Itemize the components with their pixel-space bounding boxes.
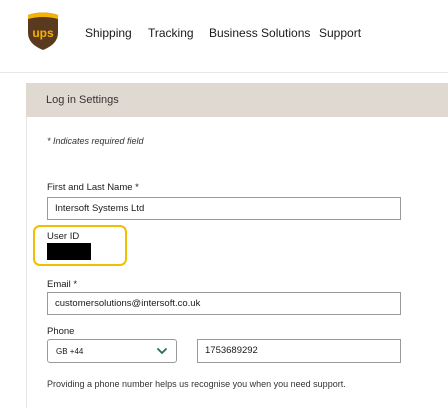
phone-number-input[interactable]: 1753689292 (197, 339, 401, 363)
login-settings-form: * Indicates required field First and Las… (26, 117, 448, 408)
header-divider (0, 72, 448, 73)
required-field-note: * Indicates required field (47, 136, 144, 146)
phone-help-text: Providing a phone number helps us recogn… (47, 379, 346, 389)
email-label: Email * (47, 279, 78, 290)
user-id-redacted-value (47, 243, 91, 260)
name-input[interactable]: Intersoft Systems Ltd (47, 197, 401, 220)
nav-tracking[interactable]: Tracking (148, 26, 194, 40)
country-code-select[interactable]: GB +44 (47, 339, 177, 363)
country-code-value: GB +44 (56, 347, 84, 356)
email-input[interactable]: customersolutions@intersoft.co.uk (47, 292, 401, 315)
ups-logo-text: ups (32, 26, 54, 40)
name-label: First and Last Name * (47, 182, 139, 193)
nav-support[interactable]: Support (319, 26, 361, 40)
site-header: ups Shipping Tracking Business Solutions… (0, 0, 448, 72)
chevron-down-icon (157, 348, 167, 354)
section-header: Log in Settings (26, 83, 448, 117)
section-title: Log in Settings (46, 94, 119, 106)
phone-label: Phone (47, 326, 75, 337)
user-id-label: User ID (47, 231, 80, 242)
ups-logo-icon[interactable]: ups (26, 11, 60, 51)
nav-shipping[interactable]: Shipping (85, 26, 132, 40)
nav-business-solutions[interactable]: Business Solutions (209, 26, 310, 40)
